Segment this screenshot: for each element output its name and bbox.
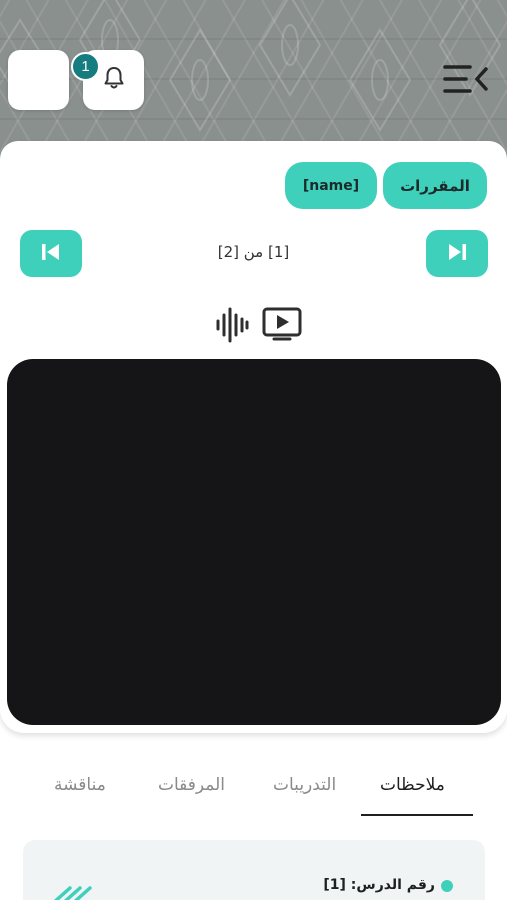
video-player[interactable] [7,359,501,725]
tab-exercises[interactable]: التدريبات [273,775,336,795]
lesson-pager-text: [1] من [2] [217,243,290,261]
previous-lesson-button[interactable] [20,230,82,277]
course-name-breadcrumb[interactable]: [name] [285,162,377,209]
header-pattern [0,0,507,160]
profile-tile[interactable] [8,50,69,110]
bell-icon [103,66,125,94]
lesson-tabs: ملاحظات التدريبات المرفقات مناقشة [0,765,507,820]
check-marks-icon [46,882,102,900]
courses-breadcrumb[interactable]: المقررات [383,162,487,209]
tab-notes[interactable]: ملاحظات [380,775,445,795]
menu-button[interactable] [440,62,490,96]
skip-next-icon [446,242,468,265]
skip-previous-icon [40,242,62,265]
audio-wave-icon[interactable] [214,306,250,344]
active-tab-indicator [361,814,473,816]
notification-badge: 1 [71,52,100,81]
note-bullet [441,880,453,892]
next-lesson-button[interactable] [426,230,488,277]
lesson-number-label: رقم الدرس: [1] [323,877,435,893]
tab-attachments[interactable]: المرفقات [158,775,225,795]
menu-icon [440,65,490,100]
tab-discussion[interactable]: مناقشة [54,775,106,795]
video-play-icon[interactable] [261,306,303,342]
